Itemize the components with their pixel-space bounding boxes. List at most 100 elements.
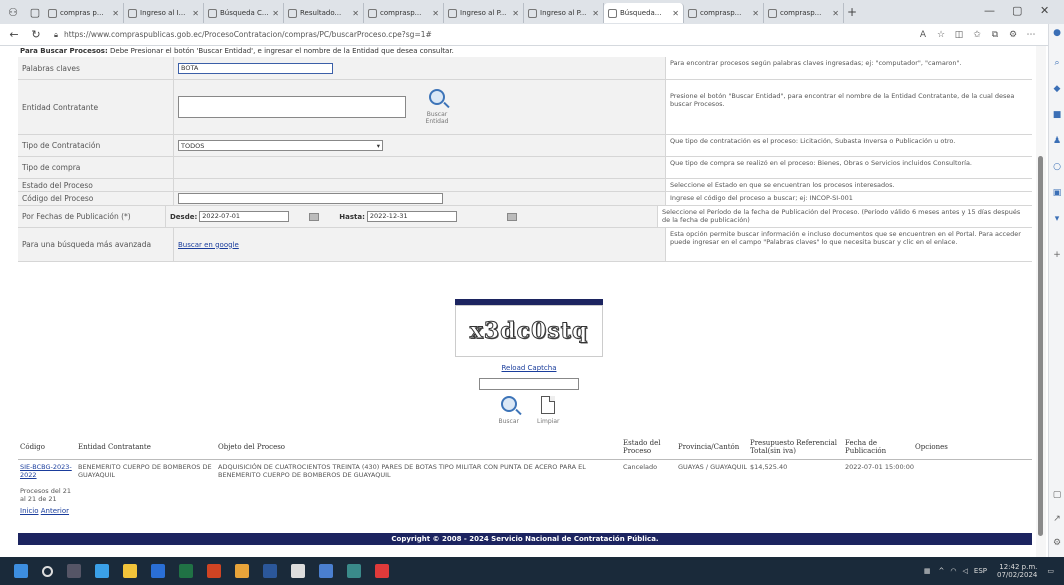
tab-close-icon[interactable]: ✕ [272, 9, 279, 18]
entity-row: Entidad Contratante Buscar Entidad Presi… [18, 80, 1032, 135]
briefcase-icon[interactable]: ■ [1052, 110, 1062, 120]
back-icon[interactable]: ← [6, 28, 22, 41]
extensions-icon[interactable]: ⚙ [1004, 30, 1022, 40]
photos-icon[interactable] [347, 564, 361, 578]
tab-close-icon[interactable]: ✕ [352, 9, 359, 18]
more-icon[interactable]: ⋯ [1022, 30, 1040, 40]
notifications-icon[interactable]: ▭ [1047, 567, 1054, 575]
page-scrollbar[interactable] [1036, 46, 1046, 557]
advanced-label: Para una búsqueda más avanzada [22, 240, 152, 249]
to-date-input[interactable]: 2022-12-31 [366, 211, 457, 222]
minimize-icon[interactable]: — [984, 4, 995, 17]
scrollbar-thumb[interactable] [1038, 156, 1043, 536]
tab-close-icon[interactable]: ✕ [752, 9, 759, 18]
tag-icon[interactable]: ◆ [1052, 84, 1062, 94]
favorites-icon[interactable]: ✩ [968, 30, 986, 40]
tab-close-icon[interactable]: ✕ [672, 9, 679, 18]
chrome-icon[interactable] [235, 564, 249, 578]
browser-tab[interactable]: compras p... ✕ [44, 3, 124, 23]
calendar-icon[interactable] [506, 212, 517, 221]
search-icon[interactable]: ⌕ [1052, 58, 1062, 68]
mail-icon[interactable] [151, 564, 165, 578]
excel-icon[interactable] [179, 564, 193, 578]
clear-button[interactable]: Limpiar [537, 396, 559, 425]
browser-tab[interactable]: comprasp... ✕ [684, 3, 764, 23]
collections-icon[interactable]: ⧉ [986, 30, 1004, 40]
network-icon[interactable]: ◠ [950, 567, 956, 575]
refresh-icon[interactable]: ↻ [28, 28, 44, 41]
entity-help: Presione el botón "Buscar Entidad", para… [665, 80, 1032, 134]
windows-taskbar: ▦ ^ ◠ ◁ ESP 12:42 p.m. 07/02/2024 ▭ [0, 557, 1064, 585]
maximize-icon[interactable]: ▢ [1012, 4, 1022, 17]
search-entity-button[interactable]: Buscar Entidad [420, 89, 454, 125]
word-icon[interactable] [263, 564, 277, 578]
document-icon [541, 396, 556, 414]
drop-icon[interactable]: ▾ [1052, 214, 1062, 224]
tab-actions-icon[interactable]: ▢ [26, 3, 44, 21]
outlook-icon[interactable]: ▣ [1052, 188, 1062, 198]
language-indicator[interactable]: ESP [974, 567, 987, 575]
add-icon[interactable]: + [1052, 250, 1062, 260]
url-field[interactable]: 🔒︎ https://www.compraspublicas.gob.ec/Pr… [54, 27, 914, 43]
browser-tab[interactable]: Búsqueda C... ✕ [204, 3, 284, 23]
previous-page-link[interactable]: Anterior [41, 507, 69, 515]
contract-type-select[interactable]: TODOS ▾ [178, 140, 383, 151]
file-explorer-icon[interactable] [123, 564, 137, 578]
search-button[interactable]: Buscar [499, 396, 519, 425]
tab-close-icon[interactable]: ✕ [432, 9, 439, 18]
system-tray: ▦ ^ ◠ ◁ ESP 12:42 p.m. 07/02/2024 ▭ [924, 563, 1054, 579]
tab-close-icon[interactable]: ✕ [112, 9, 119, 18]
browser-tab[interactable]: comprasp... ✕ [764, 3, 844, 23]
settings-icon[interactable]: ⚙ [1052, 538, 1062, 548]
split-screen-icon[interactable]: ◫ [950, 30, 968, 40]
keyboard-icon[interactable]: ▦ [924, 567, 931, 575]
first-page-link[interactable]: Inicio [20, 507, 39, 515]
circle-icon[interactable]: ○ [1052, 162, 1062, 172]
browser-tab[interactable]: Ingreso al I... ✕ [124, 3, 204, 23]
search-icon[interactable] [42, 565, 53, 577]
windows-start-icon[interactable] [14, 564, 28, 578]
window-close-icon[interactable]: ✕ [1040, 4, 1049, 17]
task-view-icon[interactable] [67, 564, 81, 578]
store-icon[interactable] [319, 564, 333, 578]
reload-captcha-link[interactable]: Reload Captcha [502, 364, 557, 372]
entity-textarea[interactable] [178, 96, 406, 118]
process-code-input[interactable] [178, 193, 443, 204]
copilot-icon[interactable]: ● [1052, 28, 1062, 38]
google-search-link[interactable]: Buscar en google [178, 241, 239, 249]
browser-tab[interactable]: Ingreso al P... ✕ [444, 3, 524, 23]
profile-icon[interactable]: ⚇ [4, 3, 22, 21]
read-aloud-icon[interactable]: A [914, 30, 932, 40]
tab-close-icon[interactable]: ✕ [512, 9, 519, 18]
volume-icon[interactable]: ◁ [963, 567, 968, 575]
acrobat-icon[interactable] [375, 564, 389, 578]
clock[interactable]: 12:42 p.m. 07/02/2024 [997, 563, 1037, 579]
browser-tab[interactable]: Resultado... ✕ [284, 3, 364, 23]
edge-icon[interactable] [95, 564, 109, 578]
notepad-icon[interactable] [291, 564, 305, 578]
powerpoint-icon[interactable] [207, 564, 221, 578]
browser-tab[interactable]: Ingreso al P... ✕ [524, 3, 604, 23]
tab-close-icon[interactable]: ✕ [832, 9, 839, 18]
from-date-input[interactable]: 2022-07-01 [199, 211, 290, 222]
tray-overflow-icon[interactable]: ^ [939, 567, 945, 575]
lock-icon: 🔒︎ [54, 29, 58, 39]
captcha-input[interactable] [479, 378, 579, 390]
user-icon[interactable]: ♟ [1052, 136, 1062, 146]
chevron-down-icon: ▾ [376, 141, 380, 150]
purchase-type-row: Tipo de compra Que tipo de compra se rea… [18, 157, 1032, 179]
sidebar-layout-icon[interactable]: ▢ [1052, 490, 1062, 500]
tab-close-icon[interactable]: ✕ [192, 9, 199, 18]
tab-close-icon[interactable]: ✕ [592, 9, 599, 18]
process-code-link[interactable]: SIE-BCBG-2023-2022 [20, 463, 72, 479]
external-icon[interactable]: ↗ [1052, 514, 1062, 524]
calendar-icon[interactable] [309, 212, 320, 221]
browser-tab[interactable]: comprasp... ✕ [364, 3, 444, 23]
new-tab-icon[interactable]: + [844, 5, 860, 19]
contract-type-row: Tipo de Contratación TODOS ▾ Que tipo de … [18, 135, 1032, 157]
advanced-help: Esta opción permite buscar información e… [665, 228, 1032, 261]
keywords-input[interactable]: BOTA [178, 62, 333, 74]
favorite-star-icon[interactable]: ☆ [932, 30, 950, 40]
browser-tab-active[interactable]: Búsqueda... ✕ [604, 3, 684, 23]
table-row: SIE-BCBG-2023-2022 BENEMERITO CUERPO DE … [20, 463, 915, 479]
